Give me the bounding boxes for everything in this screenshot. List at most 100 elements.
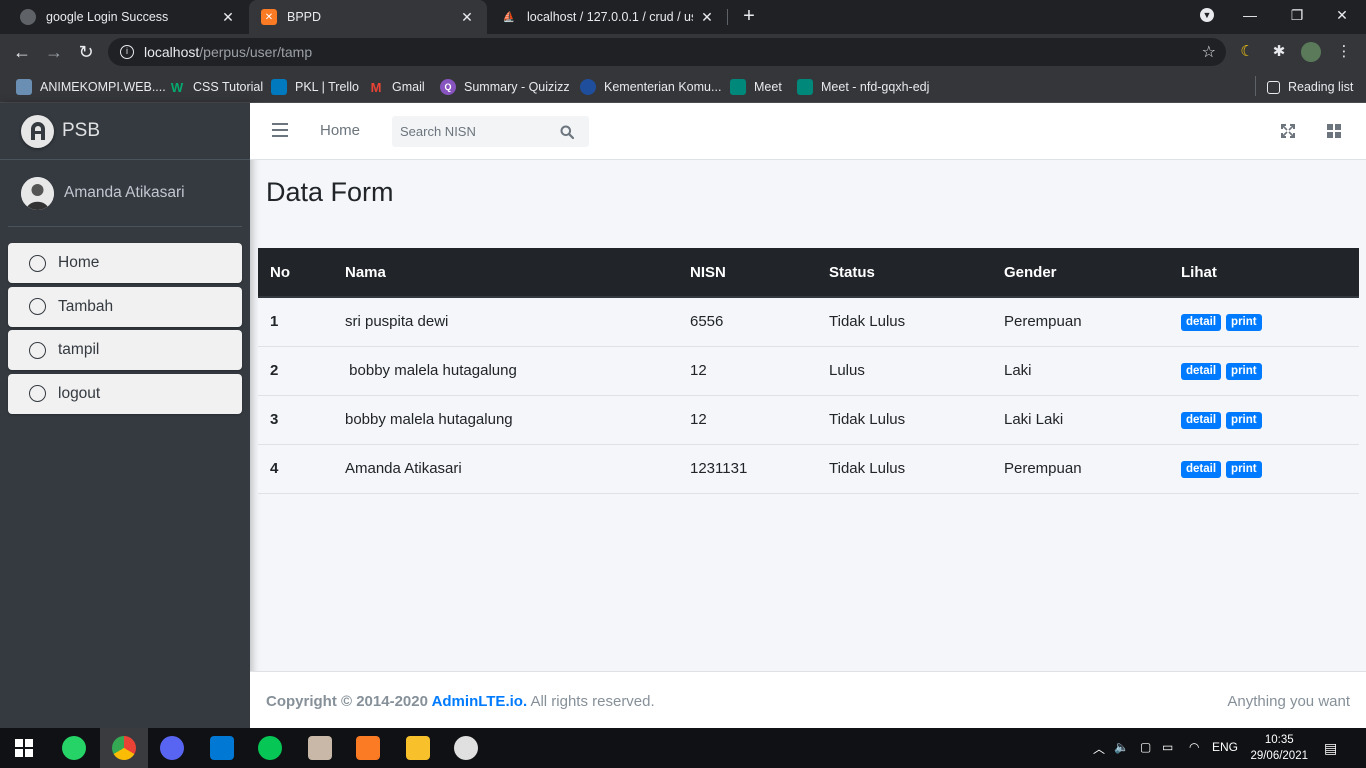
tab-phpmyadmin[interactable]: ⛵ localhost / 127.0.0.1 / crud / user ✕	[489, 0, 727, 34]
row-number: 2	[258, 346, 333, 396]
xampp-taskbar-icon[interactable]	[344, 728, 392, 768]
close-icon[interactable]: ✕	[699, 9, 715, 26]
speaker-icon[interactable]: 🔈	[1114, 740, 1129, 754]
print-button[interactable]: print	[1226, 412, 1262, 429]
url-path: /perpus/user/tamp	[199, 44, 313, 60]
close-icon[interactable]: ✕	[459, 9, 475, 26]
language-indicator[interactable]: ENG	[1212, 740, 1238, 754]
detail-button[interactable]: detail	[1181, 412, 1222, 429]
star-icon[interactable]: ☆	[1202, 42, 1216, 62]
detail-button[interactable]: detail	[1181, 363, 1222, 380]
search-form	[392, 116, 589, 147]
tab-title: google Login Success	[46, 10, 169, 24]
hamburger-menu-icon[interactable]	[272, 123, 288, 137]
bookmark-animekompi[interactable]: ANIMEKOMPI.WEB....	[16, 77, 166, 97]
reload-button[interactable]: ↻	[74, 40, 98, 64]
info-icon[interactable]: i	[120, 45, 134, 59]
page-viewport: PSB Amanda Atikasari Home Tambah tampil …	[0, 103, 1366, 728]
windows-start-icon[interactable]	[0, 728, 48, 768]
bookmark-css-tutorial[interactable]: W CSS Tutorial	[169, 77, 263, 97]
maximize-button[interactable]: ❐	[1275, 0, 1319, 30]
new-tab-button[interactable]: +	[738, 5, 760, 29]
print-button[interactable]: print	[1226, 461, 1262, 478]
clock[interactable]: 10:35 29/06/2021	[1250, 732, 1308, 764]
bookmark-gmail[interactable]: M Gmail	[368, 77, 425, 97]
bookmark-meet-nfd[interactable]: Meet - nfd-gqxh-edj	[797, 77, 929, 97]
wifi-icon[interactable]: ◠	[1189, 740, 1199, 754]
row-actions: detail print	[1169, 395, 1359, 445]
nav-home-link[interactable]: Home	[320, 122, 360, 139]
tab-bppd[interactable]: ✕ BPPD ✕	[249, 0, 487, 34]
row-nama: bobby malela hutagalung	[333, 346, 678, 396]
w3schools-icon: W	[170, 79, 184, 95]
table-row: 2 bobby malela hutagalung 12 Lulus Laki deta…	[258, 346, 1359, 396]
detail-button[interactable]: detail	[1181, 314, 1222, 332]
paint-icon[interactable]	[442, 728, 490, 768]
chevron-up-icon[interactable]: ︿	[1093, 740, 1105, 757]
battery-icon[interactable]: ▭	[1162, 740, 1173, 754]
row-nama: Amanda Atikasari	[333, 444, 678, 494]
whatsapp-icon[interactable]	[50, 728, 98, 768]
tab-separator	[727, 9, 728, 25]
control-sidebar-icon[interactable]	[1326, 123, 1342, 139]
bookmark-quizizz[interactable]: Q Summary - Quizizz	[440, 77, 570, 97]
line-icon[interactable]	[246, 728, 294, 768]
print-button[interactable]: print	[1226, 363, 1262, 380]
chrome-icon[interactable]	[100, 728, 148, 768]
table-header-row: No Nama NISN Status Gender Lihat	[258, 248, 1359, 298]
sidebar-item-logout[interactable]: logout	[8, 373, 242, 414]
bookmark-meet[interactable]: Meet	[730, 77, 782, 97]
kominfo-icon	[580, 79, 596, 95]
sidebar: PSB Amanda Atikasari Home Tambah tampil …	[0, 103, 250, 728]
puzzle-icon[interactable]: ✱	[1269, 42, 1289, 62]
search-icon[interactable]	[552, 116, 582, 147]
bookmark-kominfo[interactable]: Kementerian Komu...	[580, 77, 721, 97]
tab-title: localhost / 127.0.0.1 / crud / user	[527, 10, 693, 24]
sidebar-item-home[interactable]: Home	[8, 243, 242, 283]
game-icon[interactable]	[296, 728, 344, 768]
footer: Copyright © 2014-2020 AdminLTE.io. All r…	[250, 671, 1366, 728]
meet-tray-icon[interactable]: ▢	[1140, 740, 1151, 754]
bookmark-label: Meet	[754, 80, 782, 94]
forward-button[interactable]: →	[42, 40, 66, 64]
user-panel[interactable]: Amanda Atikasari	[8, 160, 242, 227]
notification-icon[interactable]: ▤	[1324, 740, 1337, 757]
discord-icon[interactable]	[148, 728, 196, 768]
sidebar-item-tambah[interactable]: Tambah	[8, 286, 242, 327]
fullscreen-icon[interactable]	[1280, 123, 1296, 139]
omnibox[interactable]: i localhost/perpus/user/tamp ☆	[108, 38, 1226, 66]
detail-button[interactable]: detail	[1181, 461, 1222, 478]
minimize-button[interactable]: —	[1228, 0, 1272, 30]
row-nama: sri puspita dewi	[333, 297, 678, 347]
column-header: Gender	[992, 248, 1169, 298]
menu-dots-icon[interactable]: ⋮	[1334, 42, 1354, 62]
row-number: 3	[258, 395, 333, 445]
close-window-button[interactable]: ✕	[1320, 0, 1364, 30]
browser-tab-bar: google Login Success ✕ ✕ BPPD ✕ ⛵ localh…	[0, 0, 1366, 34]
print-button[interactable]: print	[1226, 314, 1262, 332]
url-host: localhost	[144, 44, 200, 60]
close-icon[interactable]: ✕	[220, 9, 236, 26]
row-nisn: 12	[678, 346, 817, 396]
tab-search-button[interactable]: ▼	[1185, 0, 1229, 30]
circle-icon	[29, 341, 46, 359]
reading-list-button[interactable]: Reading list	[1267, 77, 1353, 97]
adminlte-link[interactable]: AdminLTE.io.	[432, 693, 528, 710]
footer-right-text: Anything you want	[1227, 693, 1350, 710]
file-explorer-icon[interactable]	[394, 728, 442, 768]
back-button[interactable]: ←	[10, 40, 34, 64]
vscode-icon[interactable]	[198, 728, 246, 768]
row-gender: Perempuan	[992, 297, 1169, 347]
profile-avatar[interactable]	[1301, 42, 1321, 62]
bookmark-icon	[16, 79, 32, 95]
circle-icon	[29, 298, 46, 315]
globe-icon	[20, 9, 36, 25]
bookmark-trello[interactable]: PKL | Trello	[271, 77, 359, 97]
brand-link[interactable]: PSB	[0, 103, 250, 160]
moon-icon[interactable]: ☾	[1237, 42, 1257, 62]
bookmark-separator	[1255, 76, 1256, 96]
tab-google-login[interactable]: google Login Success ✕	[8, 0, 248, 34]
sidebar-item-tampil[interactable]: tampil	[8, 330, 242, 370]
row-nama: bobby malela hutagalung	[333, 395, 678, 445]
search-input[interactable]	[392, 116, 552, 147]
